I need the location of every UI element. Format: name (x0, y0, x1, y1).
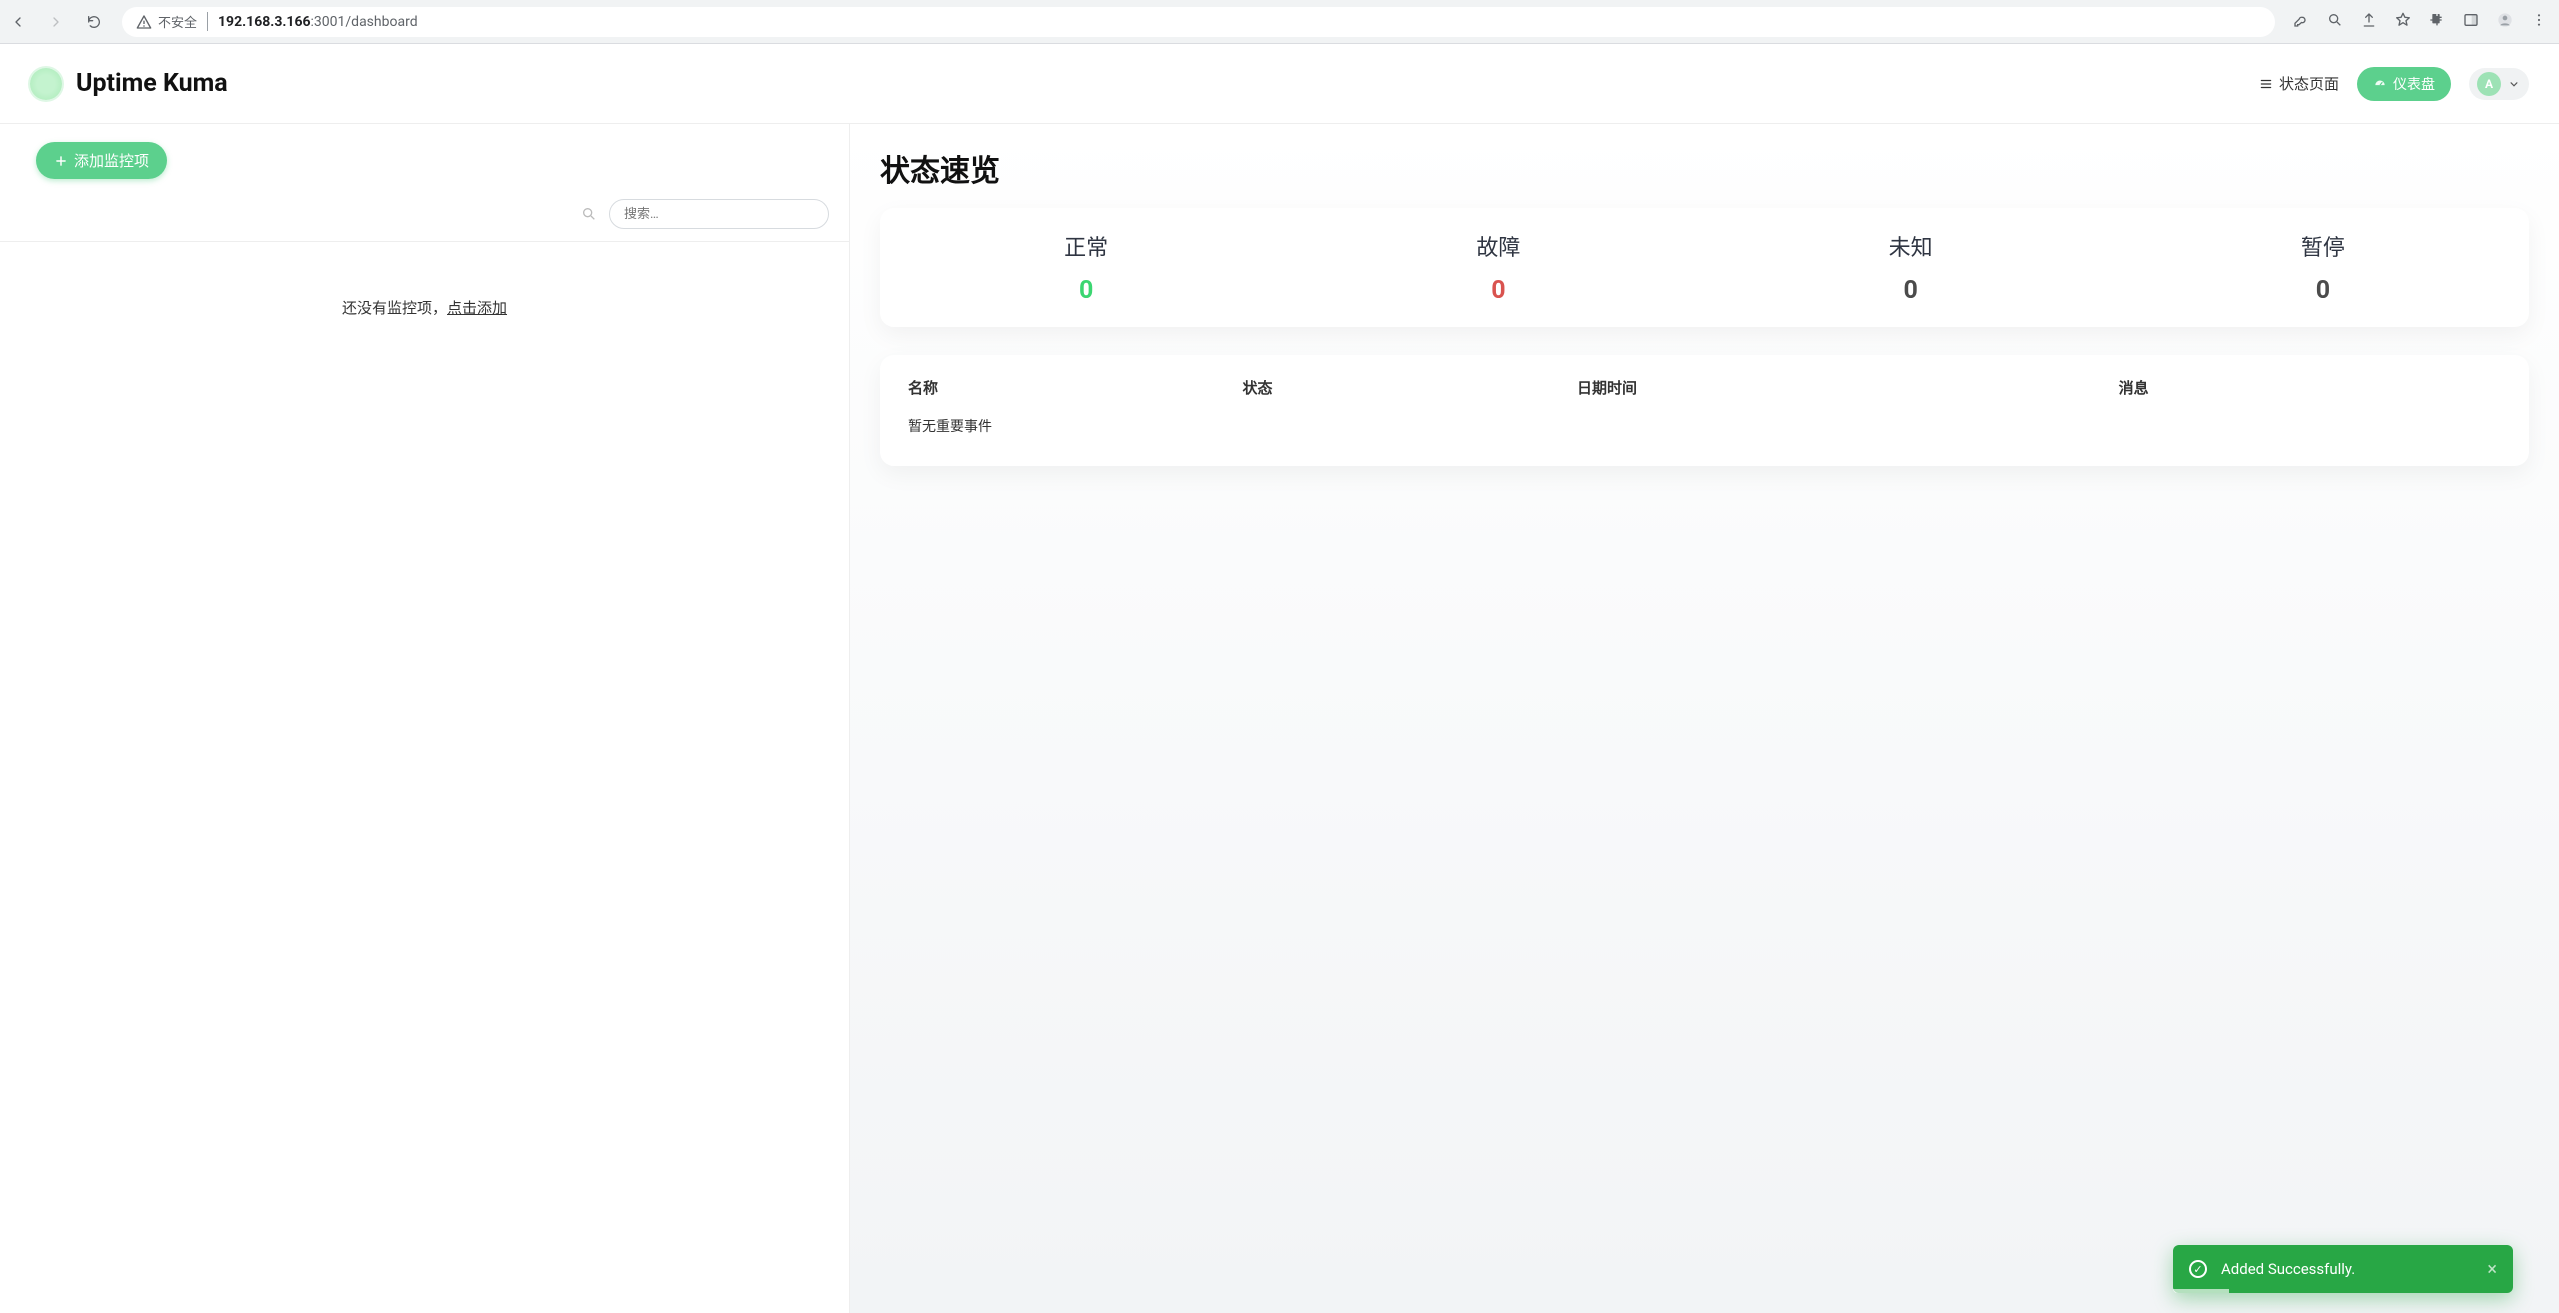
stat-up-label: 正常 (880, 230, 1292, 262)
stat-paused-label: 暂停 (2117, 230, 2529, 262)
check-circle-icon: ✓ (2189, 1260, 2207, 1278)
sidebar-empty-add-link[interactable]: 点击添加 (447, 299, 507, 317)
address-bar[interactable]: 不安全 192.168.3.166:3001/dashboard (122, 7, 2275, 37)
stat-paused-value: 0 (2117, 276, 2529, 305)
chevron-down-icon (2507, 77, 2521, 91)
reload-button[interactable] (84, 12, 104, 32)
search-icon (581, 206, 597, 222)
toast-text: Added Successfully. (2221, 1260, 2355, 1278)
gauge-icon (2373, 77, 2387, 91)
col-msg: 消息 (2119, 377, 2501, 406)
sidebar-empty-message: 还没有监控项，点击添加 (0, 242, 849, 318)
stat-down-value: 0 (1292, 276, 1704, 305)
main-content: 状态速览 正常 0 故障 0 未知 0 暂停 0 (850, 124, 2559, 1313)
col-status: 状态 (1243, 377, 1578, 406)
events-table-header: 名称 状态 日期时间 消息 (908, 377, 2501, 406)
kebab-menu-icon[interactable] (2531, 12, 2547, 32)
profile-icon[interactable] (2497, 12, 2513, 32)
share-icon[interactable] (2361, 12, 2377, 32)
sidebar: 添加监控项 还没有监控项，点击添加 (0, 124, 850, 1313)
events-empty-text: 暂无重要事件 (908, 406, 2501, 436)
sidebar-empty-prefix: 还没有监控项， (342, 299, 447, 317)
list-icon (2259, 77, 2273, 91)
insecure-badge: 不安全 (136, 12, 208, 31)
search-row (0, 193, 849, 242)
app-body: 添加监控项 还没有监控项，点击添加 状态速览 正常 0 故障 0 (0, 124, 2559, 1313)
insecure-label: 不安全 (158, 12, 197, 31)
app-header: Uptime Kuma 状态页面 仪表盘 A (0, 44, 2559, 124)
stat-paused: 暂停 0 (2117, 230, 2529, 305)
add-monitor-label: 添加监控项 (74, 150, 149, 171)
panel-icon[interactable] (2463, 12, 2479, 32)
stat-down: 故障 0 (1292, 230, 1704, 305)
toast-progress (2173, 1289, 2229, 1293)
arrow-right-icon (48, 14, 64, 30)
add-monitor-button[interactable]: 添加监控项 (36, 142, 167, 179)
extensions-icon[interactable] (2429, 12, 2445, 32)
browser-toolbar: 不安全 192.168.3.166:3001/dashboard (0, 0, 2559, 44)
bookmark-icon[interactable] (2395, 12, 2411, 32)
nav-dashboard-label: 仪表盘 (2393, 74, 2435, 94)
warning-icon (136, 14, 152, 30)
nav-status-page-label: 状态页面 (2279, 73, 2339, 94)
arrow-left-icon (10, 14, 26, 30)
col-name: 名称 (908, 377, 1243, 406)
forward-button[interactable] (46, 12, 66, 32)
col-date: 日期时间 (1577, 377, 2119, 406)
zoom-icon[interactable] (2327, 12, 2343, 32)
toast-success: ✓ Added Successfully. × (2173, 1245, 2513, 1293)
stats-card: 正常 0 故障 0 未知 0 暂停 0 (880, 208, 2529, 327)
browser-right-icons (2293, 12, 2551, 32)
stat-unknown-label: 未知 (1705, 230, 2117, 262)
url-text: 192.168.3.166:3001/dashboard (218, 14, 418, 30)
stat-down-label: 故障 (1292, 230, 1704, 262)
stat-up-value: 0 (880, 276, 1292, 305)
avatar: A (2477, 72, 2501, 96)
stat-up: 正常 0 (880, 230, 1292, 305)
stat-unknown: 未知 0 (1705, 230, 2117, 305)
key-icon[interactable] (2293, 12, 2309, 32)
search-input[interactable] (609, 199, 829, 229)
user-menu[interactable]: A (2469, 68, 2529, 100)
nav-dashboard-button[interactable]: 仪表盘 (2357, 67, 2451, 101)
stat-unknown-value: 0 (1705, 276, 2117, 305)
page-title: 状态速览 (880, 146, 2529, 190)
app-title: Uptime Kuma (76, 69, 228, 98)
reload-icon (86, 14, 102, 30)
logo-icon (30, 68, 62, 100)
brand[interactable]: Uptime Kuma (30, 68, 228, 100)
toast-close-button[interactable]: × (2487, 1259, 2497, 1280)
back-button[interactable] (8, 12, 28, 32)
events-card: 名称 状态 日期时间 消息 暂无重要事件 (880, 355, 2529, 466)
nav-status-page[interactable]: 状态页面 (2259, 73, 2339, 94)
plus-icon (54, 154, 68, 168)
